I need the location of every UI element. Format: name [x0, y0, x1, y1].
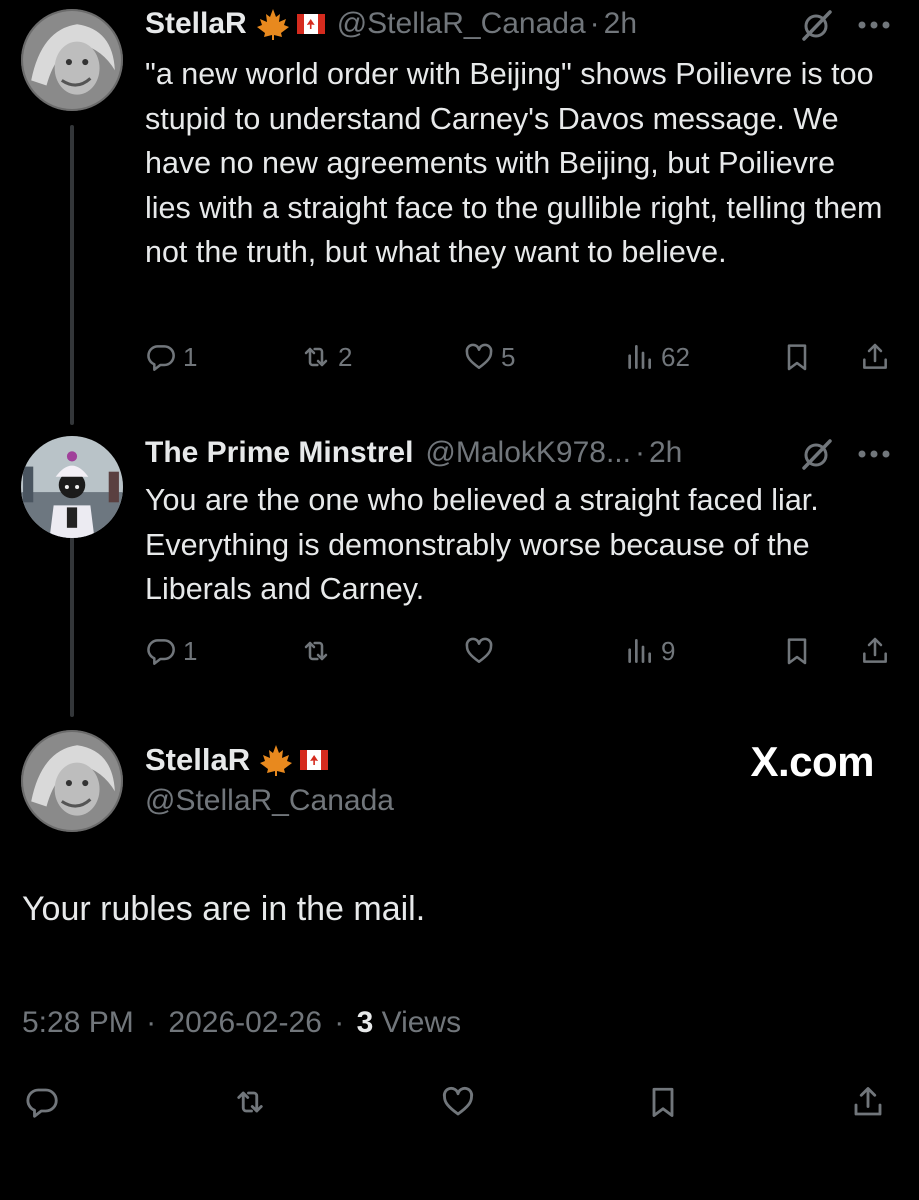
bookmark-button[interactable]: [645, 1082, 681, 1122]
display-name[interactable]: StellaR: [145, 7, 247, 41]
thread-connector: [70, 125, 74, 425]
more-icon[interactable]: [856, 448, 892, 460]
post-date[interactable]: 2026-02-26: [168, 1006, 321, 1039]
reply-icon: [147, 345, 175, 371]
user-handle[interactable]: @StellaR_Canada: [337, 7, 586, 41]
tweet-header: StellaR @StellaR_Canada · 2h: [145, 4, 637, 44]
post-meta: 5:28 PM · 2026-02-26 · 3 Views: [22, 1006, 461, 1040]
views-icon: [628, 639, 651, 663]
share-button[interactable]: [859, 631, 891, 671]
post-time[interactable]: 5:28 PM: [22, 1006, 134, 1039]
tweet-header: The Prime Minstrel @MalokK978... · 2h: [145, 433, 682, 473]
more-icon[interactable]: [856, 19, 892, 31]
repost-button[interactable]: [300, 631, 338, 671]
views-icon: [628, 345, 651, 369]
share-icon: [863, 637, 887, 663]
avatar-photo: [21, 730, 123, 832]
reply-icon: [147, 639, 175, 665]
name-badges: [258, 743, 329, 777]
reply-button[interactable]: 1: [145, 631, 197, 671]
grok-icon[interactable]: [800, 437, 834, 471]
watermark: X.com: [750, 738, 874, 785]
like-button[interactable]: [463, 631, 501, 671]
grok-icon[interactable]: [800, 8, 834, 42]
views-count: 62: [661, 341, 690, 372]
separator-dot: ·: [334, 1006, 345, 1039]
canada-flag-icon: [300, 750, 329, 770]
avatar[interactable]: [21, 730, 123, 832]
main-post-actions: [0, 1082, 919, 1126]
bookmark-button[interactable]: [781, 337, 813, 377]
reply-count: 1: [183, 341, 198, 372]
bookmark-icon: [787, 344, 807, 371]
thread-connector: [70, 527, 74, 717]
separator-dot: ·: [634, 436, 645, 469]
bookmark-icon: [652, 1087, 674, 1117]
views-button[interactable]: 9: [623, 631, 675, 671]
views-button[interactable]: 62: [623, 337, 690, 377]
reply-icon: [26, 1088, 58, 1118]
like-icon: [442, 1086, 474, 1116]
display-name[interactable]: StellaR: [145, 742, 250, 778]
bookmark-icon: [787, 638, 807, 665]
views-label: Views: [381, 1006, 462, 1039]
main-name-row: StellaR: [145, 738, 394, 782]
like-icon: [465, 637, 493, 663]
thread-page: StellaR @StellaR_Canada · 2h "a new worl…: [0, 0, 919, 1200]
tweet-text: "a new world order with Beijing" shows P…: [145, 57, 883, 269]
repost-count: 2: [338, 341, 353, 372]
repost-icon: [304, 641, 328, 661]
like-count: 5: [501, 341, 516, 372]
repost-button[interactable]: 2: [300, 337, 352, 377]
share-icon: [854, 1087, 882, 1116]
user-handle[interactable]: @MalokK978...: [425, 436, 631, 470]
avatar[interactable]: [21, 436, 123, 538]
repost-button[interactable]: [232, 1082, 268, 1122]
share-button[interactable]: [859, 337, 891, 377]
like-button[interactable]: [440, 1082, 476, 1122]
share-icon: [863, 343, 887, 369]
reply-count: 1: [183, 635, 198, 666]
bookmark-button[interactable]: [781, 631, 813, 671]
maple-leaf-icon: [260, 745, 293, 776]
avatar-photo: [21, 436, 123, 538]
tweet-text: You are the one who believed a straight …: [145, 483, 819, 606]
maple-leaf-icon: [256, 9, 289, 40]
timestamp[interactable]: 2h: [649, 436, 682, 470]
canada-flag-icon: [296, 14, 325, 34]
like-icon: [465, 343, 493, 369]
separator-dot: ·: [589, 7, 600, 40]
timestamp[interactable]: 2h: [604, 7, 637, 41]
display-name[interactable]: The Prime Minstrel: [145, 436, 413, 470]
repost-icon: [304, 347, 328, 367]
main-post-header: StellaR @StellaR_Canada: [145, 738, 394, 818]
avatar[interactable]: [21, 9, 123, 111]
tweet-actions: 1 9: [145, 631, 895, 671]
user-handle[interactable]: @StellaR_Canada: [145, 784, 394, 818]
repost-icon: [237, 1091, 263, 1113]
views-count: 3: [356, 1006, 374, 1039]
tweet-actions: 1 2 5 62: [145, 337, 895, 377]
share-button[interactable]: [850, 1082, 886, 1122]
like-button[interactable]: 5: [463, 337, 515, 377]
reply-button[interactable]: [24, 1082, 60, 1122]
separator-dot: ·: [146, 1006, 157, 1039]
reply-button[interactable]: 1: [145, 337, 197, 377]
main-post-text: Your rubles are in the mail.: [22, 890, 426, 928]
avatar-photo: [21, 9, 123, 111]
name-badges: [255, 7, 325, 41]
views-count: 9: [661, 635, 676, 666]
